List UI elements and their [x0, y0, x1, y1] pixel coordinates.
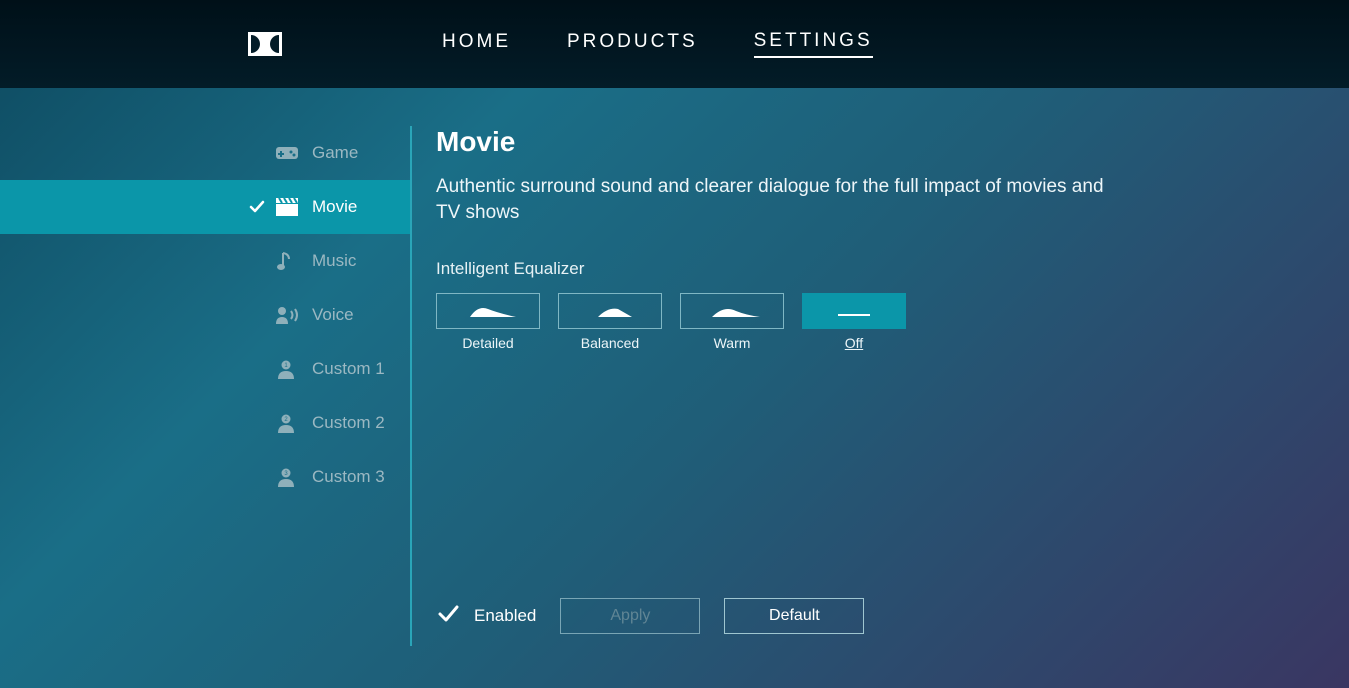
sidebar-item-label: Music: [312, 251, 356, 271]
default-button[interactable]: Default: [724, 598, 864, 634]
sidebar-item-label: Game: [312, 143, 358, 163]
top-bar: HOME PRODUCTS SETTINGS: [0, 0, 1349, 88]
apply-button-label: Apply: [610, 607, 650, 625]
enabled-toggle[interactable]: Enabled: [436, 602, 536, 631]
nav-link-settings[interactable]: SETTINGS: [754, 30, 873, 58]
enabled-label: Enabled: [474, 606, 536, 626]
nav-link-home[interactable]: HOME: [442, 31, 511, 57]
user-2-icon: 2: [276, 413, 300, 433]
eq-option-label: Warm: [714, 335, 751, 351]
eq-curve-detailed-icon: [436, 293, 540, 329]
sidebar-item-label: Movie: [312, 197, 357, 217]
eq-option-off[interactable]: Off: [802, 293, 906, 351]
gamepad-icon: [276, 143, 300, 163]
dolby-logo: [248, 32, 282, 56]
profile-title: Movie: [436, 126, 1132, 158]
user-3-icon: 3: [276, 467, 300, 487]
sidebar-item-custom-2[interactable]: 2 Custom 2: [0, 396, 410, 450]
sidebar-item-movie[interactable]: Movie: [0, 180, 410, 234]
sidebar-item-voice[interactable]: Voice: [0, 288, 410, 342]
user-1-icon: 1: [276, 359, 300, 379]
eq-option-label: Balanced: [581, 335, 639, 351]
voice-icon: [276, 305, 300, 325]
check-icon: [248, 198, 266, 216]
sidebar-item-game[interactable]: Game: [0, 126, 410, 180]
nav-link-products[interactable]: PRODUCTS: [567, 31, 698, 57]
default-button-label: Default: [769, 607, 820, 625]
eq-curve-balanced-icon: [558, 293, 662, 329]
clapper-icon: [276, 197, 300, 217]
sidebar-item-label: Voice: [312, 305, 354, 325]
sidebar-item-music[interactable]: Music: [0, 234, 410, 288]
sidebar-item-label: Custom 1: [312, 359, 385, 379]
eq-options-row: Detailed Balanced Warm Off: [436, 293, 1132, 351]
profile-description: Authentic surround sound and clearer dia…: [436, 174, 1132, 225]
eq-curve-off-icon: [802, 293, 906, 329]
sidebar-item-custom-3[interactable]: 3 Custom 3: [0, 450, 410, 504]
music-note-icon: [276, 251, 300, 271]
content-panel: Movie Authentic surround sound and clear…: [412, 126, 1132, 646]
eq-section-label: Intelligent Equalizer: [436, 259, 1132, 279]
eq-option-label: Detailed: [462, 335, 513, 351]
eq-option-warm[interactable]: Warm: [680, 293, 784, 351]
sidebar-item-label: Custom 2: [312, 413, 385, 433]
eq-curve-warm-icon: [680, 293, 784, 329]
profile-sidebar: Game Movie Music Voice 1 Custom 1 2 Custom 2 3 Cu…: [0, 126, 410, 646]
sidebar-item-label: Custom 3: [312, 467, 385, 487]
eq-option-balanced[interactable]: Balanced: [558, 293, 662, 351]
check-icon: [436, 602, 460, 631]
footer-bar: Enabled Apply Default: [436, 598, 864, 634]
eq-option-detailed[interactable]: Detailed: [436, 293, 540, 351]
eq-option-label: Off: [845, 335, 863, 351]
apply-button[interactable]: Apply: [560, 598, 700, 634]
sidebar-item-custom-1[interactable]: 1 Custom 1: [0, 342, 410, 396]
